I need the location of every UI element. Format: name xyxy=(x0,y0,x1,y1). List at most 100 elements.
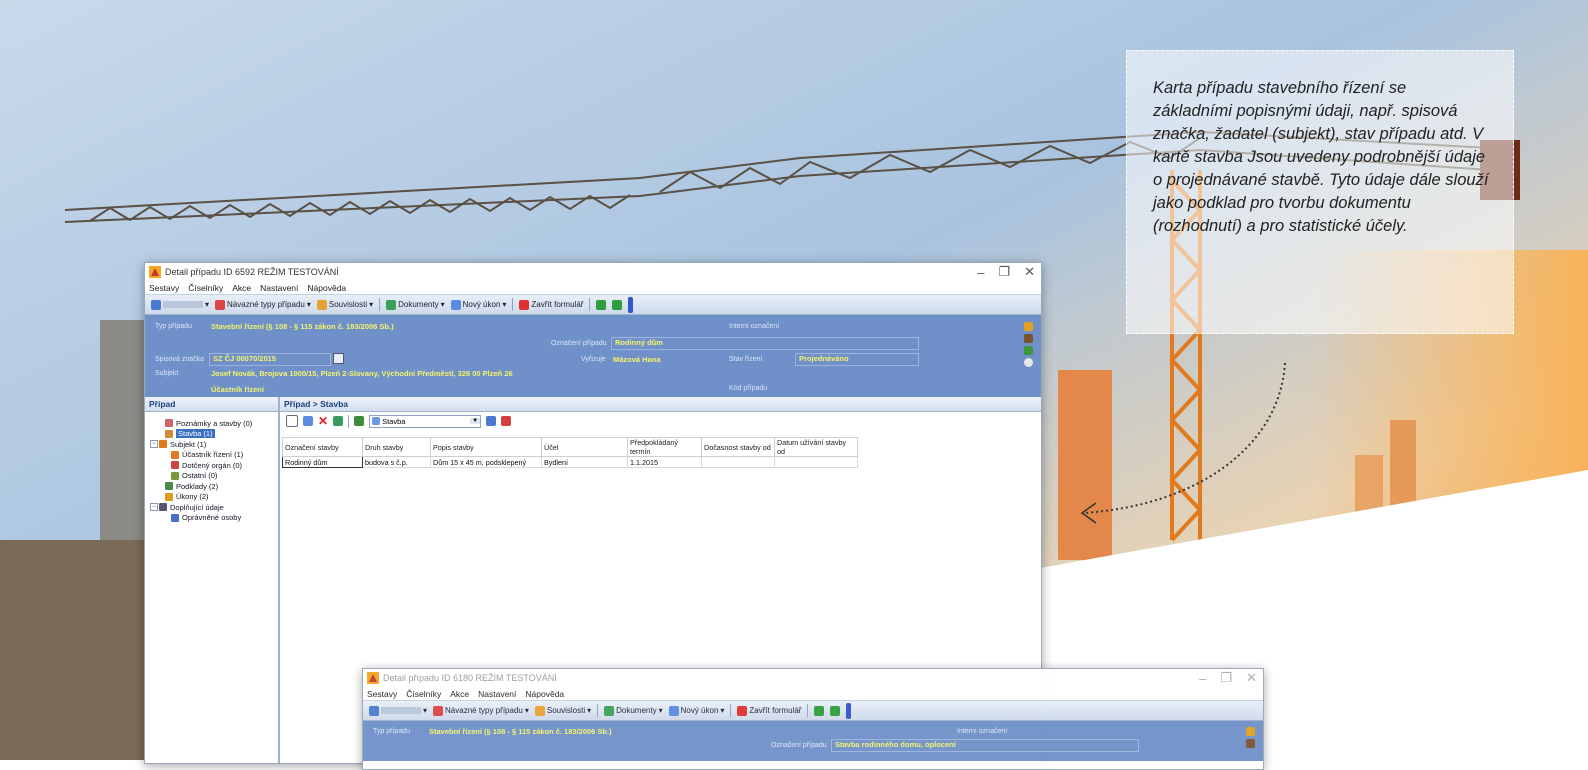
note-text: Karta případu stavebního řízení se zákla… xyxy=(1153,79,1489,235)
delete-row-icon[interactable]: ✕ xyxy=(318,414,328,428)
close-form-button[interactable]: Zavřít formulář xyxy=(519,299,583,310)
tree-item-notes[interactable]: Poznámky a stavby (0) xyxy=(159,418,278,429)
cell-purpose[interactable]: Bydlení xyxy=(541,456,628,468)
related-types-icon xyxy=(215,299,226,310)
title-bar: Detail případu ID 6180 REŽIM TESTOVÁNÍ –… xyxy=(363,669,1263,687)
menu-nastaveni[interactable]: Nastavení xyxy=(478,689,516,699)
menu-bar: Sestavy Číselníky Akce Nastavení Nápověd… xyxy=(363,687,1263,700)
cell-description[interactable]: Dům 15 x 45 m, podsklepený xyxy=(430,456,542,468)
designation-label: Označení případu xyxy=(551,340,607,347)
col-temporary-from[interactable]: Dočasnost stavby od xyxy=(701,437,775,457)
lock-icon[interactable] xyxy=(1246,727,1255,736)
history-icon[interactable] xyxy=(1024,358,1033,367)
check-icon[interactable] xyxy=(1024,346,1033,355)
cell-expected-date[interactable]: 1.1.2015 xyxy=(627,456,702,468)
lock-icon[interactable] xyxy=(1024,322,1033,331)
filter-icon[interactable] xyxy=(354,416,365,426)
col-kind[interactable]: Druh stavby xyxy=(362,437,431,457)
collapse-icon[interactable]: − xyxy=(150,440,158,449)
save-button[interactable]: ▾ xyxy=(151,299,209,310)
menu-sestavy[interactable]: Sestavy xyxy=(367,689,397,699)
maximize-button[interactable]: ❐ xyxy=(1220,670,1232,686)
tree-item-documents[interactable]: Podklady (2) xyxy=(159,481,278,492)
collapse-icon[interactable]: − xyxy=(150,503,158,512)
close-button[interactable]: ✕ xyxy=(1024,264,1035,280)
users-icon[interactable] xyxy=(1024,334,1033,343)
designation-label: Označení případu xyxy=(771,742,827,749)
tree-item-others[interactable]: Ostatní (0) xyxy=(159,471,278,482)
subject-value: Josef Novák, Brojova 1900/15, Plzeň 2-Sl… xyxy=(211,369,513,378)
grid-header-row: Označení stavby Druh stavby Popis stavby… xyxy=(282,437,858,457)
case-header: Typ případu Stavební řízení (§ 108 - § 1… xyxy=(145,315,1041,397)
close-button[interactable]: ✕ xyxy=(1246,670,1257,686)
description-note: Karta případu stavebního řízení se zákla… xyxy=(1126,50,1514,334)
close-form-icon xyxy=(737,705,748,716)
person-icon xyxy=(171,450,179,459)
col-purpose[interactable]: Účel xyxy=(541,437,628,457)
export-icon[interactable] xyxy=(333,416,344,426)
col-use-from[interactable]: Datum užívání stavby od xyxy=(774,437,858,457)
col-description[interactable]: Popis stavby xyxy=(430,437,542,457)
minimize-button[interactable]: – xyxy=(1199,671,1206,686)
window-title: Detail případu ID 6592 REŽIM TESTOVÁNÍ xyxy=(165,267,339,277)
menu-ciselniky[interactable]: Číselníky xyxy=(188,283,223,293)
edit-row-icon[interactable] xyxy=(303,416,313,426)
col-designation[interactable]: Označení stavby xyxy=(282,437,363,457)
info-icon[interactable] xyxy=(628,296,634,313)
col-expected-date[interactable]: Předpokládaný termín xyxy=(627,437,702,457)
subject-label: Subjekt xyxy=(155,370,179,377)
cell-designation[interactable]: Rodinný dům xyxy=(282,456,363,468)
users-icon[interactable] xyxy=(1246,739,1255,748)
calendar-icon[interactable] xyxy=(333,353,344,364)
menu-akce[interactable]: Akce xyxy=(450,689,469,699)
clear-filter-icon[interactable] xyxy=(501,416,512,426)
save-button[interactable]: ▾ xyxy=(369,705,427,716)
maximize-button[interactable]: ❐ xyxy=(998,264,1010,280)
prev-record-icon[interactable] xyxy=(814,705,825,716)
info-icon[interactable] xyxy=(846,702,852,719)
links-label: Souvislosti xyxy=(328,300,368,309)
state-label: Stav řízení xyxy=(729,356,763,363)
case-type-label: Typ případu xyxy=(373,728,410,735)
links-button[interactable]: Souvislosti ▾ xyxy=(316,299,373,310)
tree-item-additional[interactable]: − Doplňující údaje xyxy=(150,502,278,513)
tree-item-acts[interactable]: Úkony (2) xyxy=(159,492,278,503)
participant-value: Účastník řízení xyxy=(211,385,264,394)
tree-item-subject[interactable]: − Subjekt (1) xyxy=(150,439,278,450)
building-icon xyxy=(165,429,173,438)
prev-record-icon[interactable] xyxy=(596,299,607,310)
menu-sestavy[interactable]: Sestavy xyxy=(149,283,179,293)
links-button[interactable]: Souvislosti ▾ xyxy=(534,705,591,716)
refresh-icon[interactable] xyxy=(486,416,497,426)
minimize-button[interactable]: – xyxy=(977,265,984,280)
tree-item-authority[interactable]: Dotčený orgán (0) xyxy=(159,460,278,471)
tree-item-building[interactable]: Stavba (1) xyxy=(159,429,278,440)
internal-label: Interní označení xyxy=(957,728,1008,735)
menu-napoveda[interactable]: Nápověda xyxy=(525,689,564,699)
app-icon xyxy=(149,266,161,278)
cell-kind[interactable]: budova s č.p. xyxy=(362,456,431,468)
new-act-button[interactable]: Nový úkon ▾ xyxy=(450,299,506,310)
related-types-button[interactable]: Návazné typy případu ▾ xyxy=(215,299,311,310)
tree-item-participant[interactable]: Účastník řízení (1) xyxy=(159,450,278,461)
documents-button[interactable]: Dokumenty ▾ xyxy=(386,299,445,310)
second-case-window: Detail případu ID 6180 REŽIM TESTOVÁNÍ –… xyxy=(362,668,1264,770)
new-act-button[interactable]: Nový úkon ▾ xyxy=(668,705,724,716)
related-types-button[interactable]: Návazné typy případu ▾ xyxy=(433,705,529,716)
close-form-button[interactable]: Zavřít formulář xyxy=(737,705,801,716)
tree-item-authorized[interactable]: Oprávněné osoby xyxy=(159,513,278,524)
documents-button[interactable]: Dokumenty ▾ xyxy=(604,705,663,716)
next-record-icon[interactable] xyxy=(830,705,841,716)
menu-ciselniky[interactable]: Číselníky xyxy=(406,689,441,699)
menu-napoveda[interactable]: Nápověda xyxy=(307,283,346,293)
table-row[interactable]: Rodinný dům budova s č.p. Dům 15 x 45 m,… xyxy=(282,456,858,468)
next-record-icon[interactable] xyxy=(612,299,623,310)
cell-use-from[interactable] xyxy=(774,456,858,468)
menu-akce[interactable]: Akce xyxy=(232,283,251,293)
new-row-icon[interactable] xyxy=(286,415,298,427)
act-icon xyxy=(165,492,173,501)
menu-nastaveni[interactable]: Nastavení xyxy=(260,283,298,293)
cell-temporary-from[interactable] xyxy=(701,456,775,468)
menu-bar: Sestavy Číselníky Akce Nastavení Nápověd… xyxy=(145,281,1041,294)
filter-select[interactable]: Stavba ▼ xyxy=(369,414,482,428)
